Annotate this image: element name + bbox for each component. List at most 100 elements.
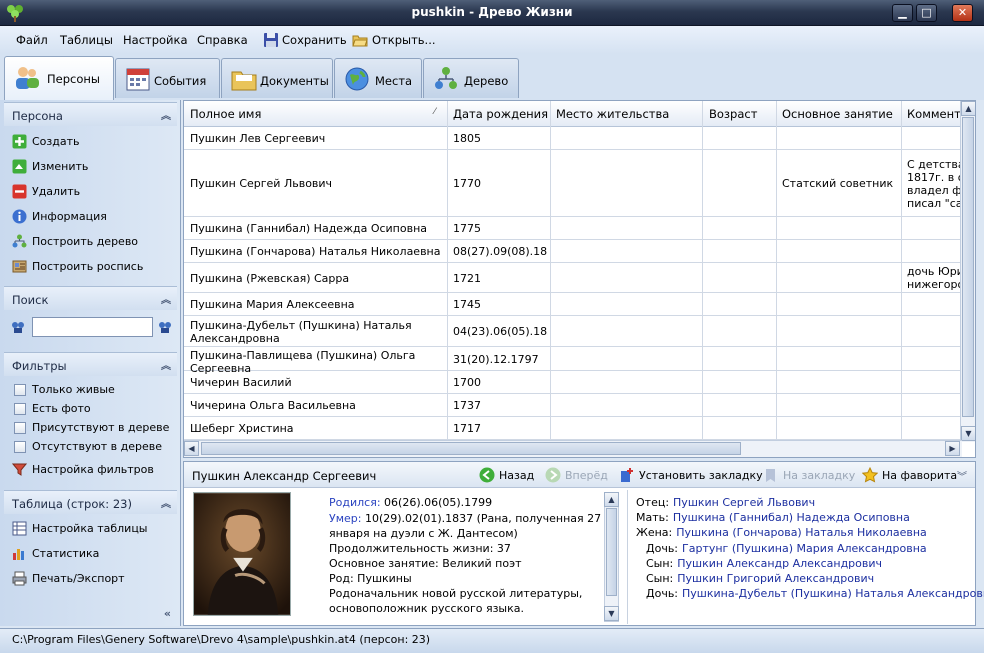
table-cell-name: Чичерина Ольга Васильевна (190, 399, 356, 412)
table-cell-birth: 04(23).06(05).1836 (453, 325, 548, 338)
build-tree-button[interactable]: Построить дерево (12, 232, 172, 252)
tab-persons[interactable]: Персоны (4, 56, 114, 100)
column-header-name[interactable]: Полное имя (190, 107, 261, 121)
back-arrow-icon (479, 467, 495, 483)
collapse-sidebar-icon[interactable]: « (164, 607, 171, 620)
maximize-button[interactable]: □ (916, 4, 937, 22)
detail-toolbar: Пушкин Александр Сергеевич Назад Вперёд … (184, 462, 975, 488)
column-divider (901, 101, 902, 442)
tab-events[interactable]: События (115, 58, 220, 98)
tab-documents[interactable]: Документы (221, 58, 333, 98)
scroll-left-button[interactable]: ◀ (184, 441, 199, 456)
filter-not-in-tree-checkbox[interactable]: Отсутствуют в дереве (12, 437, 172, 457)
column-header-place[interactable]: Место жительства (556, 107, 669, 121)
relative-link[interactable]: Пушкина-Дубельт (Пушкина) Наталья Алекса… (682, 587, 984, 600)
table-vertical-scrollbar[interactable]: ▲ ▼ (960, 101, 975, 442)
status-bar: C:\Program Files\Genery Software\Drevo 4… (0, 628, 984, 653)
detail-vertical-scrollbar[interactable]: ▲ ▼ (604, 492, 619, 622)
relative-link[interactable]: Пушкин Александр Александрович (677, 557, 882, 570)
open-button[interactable]: Открыть... (372, 33, 436, 47)
table-setup-button[interactable]: Настройка таблицы (12, 519, 172, 539)
table-cell-name: Пушкина-Дубельт (Пушкина) Наталья Алекса… (190, 319, 412, 345)
checkbox[interactable] (14, 422, 26, 434)
table-row[interactable]: Чичерина Ольга Васильевна 1737 (184, 394, 962, 417)
horizontal-scroll-thumb[interactable] (201, 442, 741, 455)
table-cell-birth: 1737 (453, 399, 481, 412)
search-back-icon[interactable] (10, 319, 26, 335)
relative-link[interactable]: Пушкина (Гончарова) Наталья Николаевна (676, 526, 927, 539)
collapse-icon[interactable]: ︽ (161, 495, 171, 510)
table-cell-birth: 1717 (453, 422, 481, 435)
scroll-right-button[interactable]: ▶ (945, 441, 960, 456)
close-button[interactable]: ✕ (952, 4, 973, 22)
relative-link[interactable]: Пушкин Сергей Львович (673, 496, 815, 509)
checkbox[interactable] (14, 384, 26, 396)
relative-link[interactable]: Пушкина (Ганнибал) Надежда Осиповна (673, 511, 910, 524)
column-header-comment[interactable]: Коммента (907, 107, 968, 121)
info-label: Информация (32, 210, 107, 223)
scroll-up-button[interactable]: ▲ (961, 101, 975, 116)
table-row[interactable]: Шеберг Христина 1717 (184, 417, 962, 440)
table-row[interactable]: Чичерин Василий 1700 (184, 371, 962, 394)
delete-person-button[interactable]: Удалить (12, 182, 172, 202)
person-section-header[interactable]: Персона ︽ (4, 102, 177, 126)
table-horizontal-scrollbar[interactable]: ◀ ▶ (184, 440, 962, 457)
tab-tree[interactable]: Дерево (423, 58, 519, 98)
menu-help[interactable]: Справка (197, 33, 248, 47)
scroll-down-button[interactable]: ▼ (961, 426, 975, 441)
collapse-icon[interactable]: ︽ (161, 291, 171, 306)
save-button[interactable]: Сохранить (282, 33, 347, 47)
calendar-icon (126, 68, 150, 91)
column-header-age[interactable]: Возраст (709, 107, 757, 121)
filter-in-tree-checkbox[interactable]: Присутствуют в дереве (12, 418, 172, 438)
print-export-button[interactable]: Печать/Экспорт (12, 569, 172, 589)
filter-in-tree-label: Присутствуют в дереве (32, 421, 170, 434)
vertical-scroll-thumb[interactable] (962, 117, 974, 417)
note-line-1: Родоначальник новой русской литературы, (329, 587, 583, 600)
column-header-occupation[interactable]: Основное занятие (782, 107, 893, 121)
filter-alive-checkbox[interactable]: Только живые (12, 380, 172, 400)
tree-icon (12, 234, 27, 248)
filter-photo-checkbox[interactable]: Есть фото (12, 399, 172, 419)
vertical-scroll-thumb[interactable] (606, 508, 617, 596)
table-row[interactable]: Пушкина (Гончарова) Наталья Николаевна 08… (184, 240, 962, 263)
table-header: Полное имя ⁄ Дата рождения Место жительс… (184, 101, 968, 127)
minimize-button[interactable]: ▁ (892, 4, 913, 22)
filter-setup-button[interactable]: Настройка фильтров (12, 460, 172, 480)
filters-section-header[interactable]: Фильтры ︽ (4, 352, 177, 376)
checkbox[interactable] (14, 403, 26, 415)
expand-icon[interactable]: ︾ (957, 468, 967, 483)
relative-item: Сын: Пушкин Александр Александрович (646, 557, 882, 570)
table-row[interactable]: Пушкина Мария Алексеевна 1745 (184, 293, 962, 316)
table-row[interactable]: Пушкина-Павлищева (Пушкина) Ольга Сергее… (184, 347, 962, 375)
filter-setup-label: Настройка фильтров (32, 463, 154, 476)
table-row[interactable]: Пушкина (Ганнибал) Надежда Осиповна 1775 (184, 217, 962, 240)
table-row[interactable]: Пушкин Сергей Львович 1770 Статский советн… (184, 150, 963, 217)
info-person-button[interactable]: Информация (12, 207, 172, 227)
menu-tables[interactable]: Таблицы (60, 33, 113, 47)
collapse-icon[interactable]: ︽ (161, 357, 171, 372)
statistics-button[interactable]: Статистика (12, 544, 172, 564)
checkbox[interactable] (14, 441, 26, 453)
table-row[interactable]: Пушкина (Ржевская) Сарра 1721 дочь Юрия ни… (184, 263, 963, 293)
search-input[interactable] (32, 317, 153, 337)
create-person-button[interactable]: Создать (12, 132, 172, 152)
table-section-header[interactable]: Таблица (строк: 23) ︽ (4, 490, 177, 514)
table-row[interactable]: Пушкина-Дубельт (Пушкина) Наталья Алекса… (184, 316, 962, 347)
scroll-down-button[interactable]: ▼ (604, 606, 619, 621)
scroll-up-button[interactable]: ▲ (604, 492, 619, 507)
collapse-icon[interactable]: ︽ (161, 107, 171, 122)
edit-label: Изменить (32, 160, 89, 173)
search-section-header[interactable]: Поиск ︽ (4, 286, 177, 310)
search-forward-icon[interactable] (157, 319, 173, 335)
table-row[interactable]: Пушкин Лев Сергеевич 1805 (184, 127, 962, 150)
relative-link[interactable]: Гартунг (Пушкина) Мария Александровна (682, 542, 927, 555)
tab-places[interactable]: Места (334, 58, 422, 98)
column-header-birth[interactable]: Дата рождения (453, 107, 548, 121)
menu-settings[interactable]: Настройка (123, 33, 188, 47)
menu-file[interactable]: Файл (16, 33, 48, 47)
relative-link[interactable]: Пушкин Григорий Александрович (677, 572, 874, 585)
edit-person-button[interactable]: Изменить (12, 157, 172, 177)
relation-label: Дочь: (646, 541, 679, 555)
build-register-button[interactable]: Построить роспись (12, 257, 172, 277)
